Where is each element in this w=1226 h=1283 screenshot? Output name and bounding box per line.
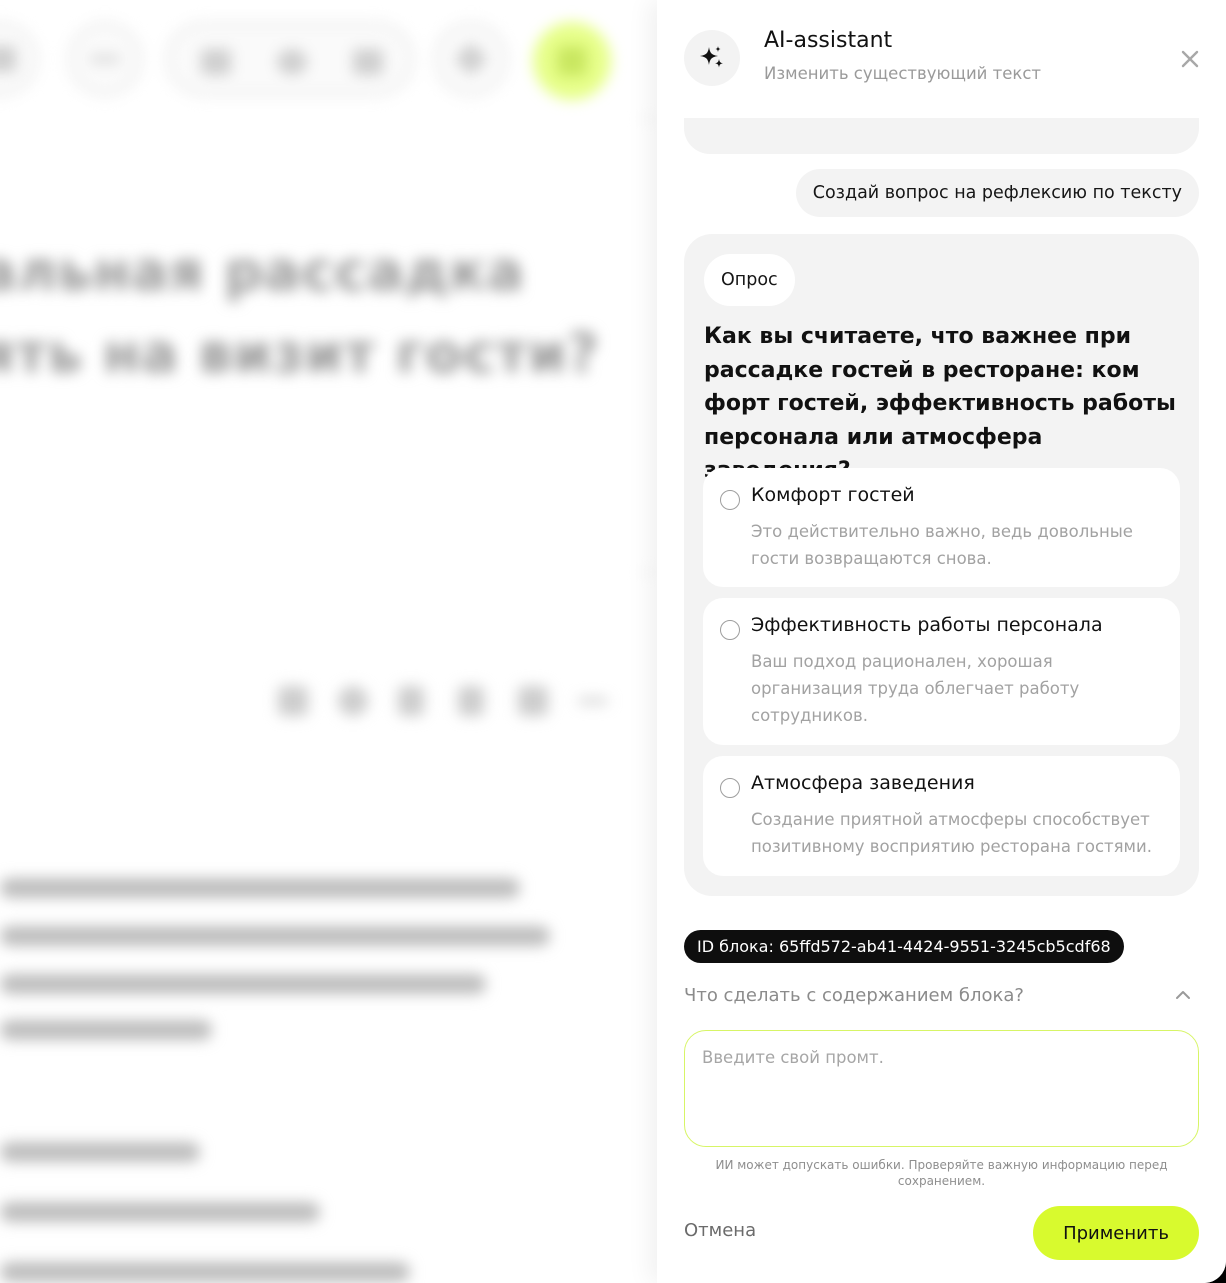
bg-text-line bbox=[0, 974, 486, 994]
bg-page-title-line: ять на визит гости? bbox=[0, 322, 600, 385]
bg-text-line bbox=[0, 1262, 410, 1282]
radio-button[interactable] bbox=[720, 778, 740, 798]
bg-toolbar-button bbox=[434, 22, 508, 96]
radio-button[interactable] bbox=[720, 620, 740, 640]
poll-question: Как вы считаете, что важнее при рассадке… bbox=[704, 324, 1176, 483]
block-id-badge: ID блока: 65ffd572-ab41-4424-9551-3245cb… bbox=[684, 930, 1124, 963]
poll-option[interactable]: Комфорт гостей Это действительно важно, … bbox=[703, 468, 1180, 587]
poll-option-description: Это действительно важно, ведь довольные … bbox=[751, 522, 1133, 568]
ai-assistant-panel: AI-assistant Изменить существующий текст… bbox=[657, 0, 1226, 1283]
prompt-input[interactable] bbox=[684, 1030, 1199, 1147]
poll-option-description: Создание приятной атмосферы способствует… bbox=[751, 810, 1152, 856]
user-message-bubble: Создай вопрос на рефлексию по тексту bbox=[795, 169, 1199, 217]
bg-accent-button bbox=[533, 22, 611, 100]
poll-option-title: Комфорт гостей bbox=[751, 484, 915, 506]
chevron-up-icon[interactable] bbox=[1175, 987, 1191, 1007]
bg-text-line bbox=[0, 1202, 320, 1222]
bg-toolbar-button bbox=[0, 22, 38, 96]
cancel-button[interactable]: Отмена bbox=[684, 1220, 756, 1241]
poll-card: Опрос Как вы считаете, что важнее при ра… bbox=[684, 234, 1199, 896]
bg-toolbar-button bbox=[68, 22, 142, 96]
bg-text-line bbox=[0, 1020, 212, 1040]
bg-text-line bbox=[0, 1142, 200, 1162]
close-icon[interactable] bbox=[1175, 44, 1205, 74]
bg-page-title-line: альная рассадка bbox=[0, 240, 525, 303]
poll-option-description: Ваш подход рационален, хорошая организац… bbox=[751, 652, 1080, 725]
poll-option-title: Эффективность работы персонала bbox=[751, 614, 1103, 636]
block-action-label: Что сделать с содержанием блока? bbox=[684, 985, 1024, 1006]
panel-header: AI-assistant Изменить существующий текст bbox=[657, 0, 1226, 118]
panel-subtitle: Изменить существующий текст bbox=[764, 64, 1042, 83]
poll-option[interactable]: Атмосфера заведения Создание приятной ат… bbox=[703, 756, 1180, 876]
ai-disclaimer: ИИ может допускать ошибки. Проверяйте ва… bbox=[715, 1158, 1168, 1188]
poll-option[interactable]: Эффективность работы персонала Ваш подхо… bbox=[703, 598, 1180, 745]
apply-button[interactable]: Применить bbox=[1033, 1206, 1199, 1260]
poll-tag: Опрос bbox=[704, 254, 795, 306]
bg-text-line bbox=[0, 878, 520, 898]
block-action-toggle[interactable]: Что сделать с содержанием блока? bbox=[684, 983, 1199, 1013]
bg-text-line bbox=[0, 926, 550, 946]
bg-toolbar-group bbox=[166, 22, 414, 96]
sparkle-icon bbox=[684, 30, 740, 86]
poll-option-title: Атмосфера заведения bbox=[751, 772, 975, 794]
radio-button[interactable] bbox=[720, 490, 740, 510]
panel-title: AI-assistant bbox=[764, 28, 893, 53]
